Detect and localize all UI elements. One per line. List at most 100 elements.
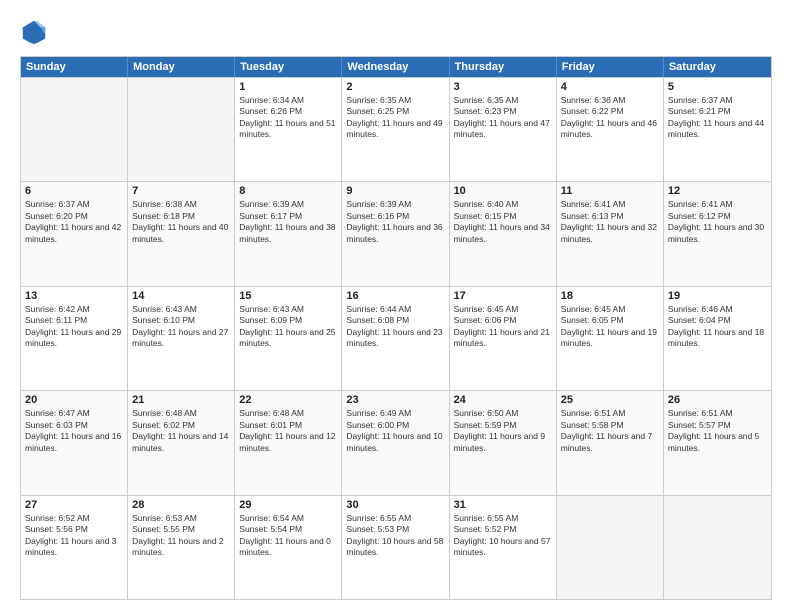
day-number: 6 xyxy=(25,185,123,197)
table-row: 1 Sunrise: 6:34 AM Sunset: 6:26 PM Daylig… xyxy=(235,78,342,181)
calendar-week-row: 13Sunrise: 6:42 AM Sunset: 6:11 PM Dayli… xyxy=(21,286,771,390)
table-row: 10Sunrise: 6:40 AM Sunset: 6:15 PM Dayli… xyxy=(450,182,557,285)
calendar-header-cell: Friday xyxy=(557,57,664,77)
day-number: 20 xyxy=(25,394,123,406)
day-number: 27 xyxy=(25,499,123,511)
day-number: 25 xyxy=(561,394,659,406)
table-row xyxy=(557,496,664,599)
day-number: 19 xyxy=(668,290,767,302)
day-number: 23 xyxy=(346,394,444,406)
table-row: 27Sunrise: 6:52 AM Sunset: 5:56 PM Dayli… xyxy=(21,496,128,599)
cell-info: Sunrise: 6:35 AM Sunset: 6:25 PM Dayligh… xyxy=(346,95,444,141)
cell-info: Sunrise: 6:43 AM Sunset: 6:10 PM Dayligh… xyxy=(132,304,230,350)
day-number: 21 xyxy=(132,394,230,406)
table-row: 31 Sunrise: 6:55 AM Sunset: 5:52 PM Dayli… xyxy=(450,496,557,599)
cell-info: Sunrise: 6:36 AM Sunset: 6:22 PM Dayligh… xyxy=(561,95,659,141)
day-number: 1 xyxy=(239,81,337,93)
table-row: 16 Sunrise: 6:44 AM Sunset: 6:08 PM Dayli… xyxy=(342,287,449,390)
calendar-week-row: 1 Sunrise: 6:34 AM Sunset: 6:26 PM Daylig… xyxy=(21,77,771,181)
table-row: 26 Sunrise: 6:51 AM Sunset: 5:57 PM Dayli… xyxy=(664,391,771,494)
logo-icon xyxy=(20,18,48,46)
table-row: 24Sunrise: 6:50 AM Sunset: 5:59 PM Dayli… xyxy=(450,391,557,494)
cell-info: Sunrise: 6:45 AM Sunset: 6:06 PM Dayligh… xyxy=(454,304,552,350)
table-row: 20 Sunrise: 6:47 AM Sunset: 6:03 PM Dayli… xyxy=(21,391,128,494)
table-row: 4Sunrise: 6:36 AM Sunset: 6:22 PM Daylig… xyxy=(557,78,664,181)
table-row: 19 Sunrise: 6:46 AM Sunset: 6:04 PM Dayli… xyxy=(664,287,771,390)
day-number: 8 xyxy=(239,185,337,197)
calendar-header-cell: Saturday xyxy=(664,57,771,77)
table-row: 8 Sunrise: 6:39 AM Sunset: 6:17 PM Daylig… xyxy=(235,182,342,285)
cell-info: Sunrise: 6:51 AM Sunset: 5:57 PM Dayligh… xyxy=(668,408,767,454)
calendar-week-row: 27Sunrise: 6:52 AM Sunset: 5:56 PM Dayli… xyxy=(21,495,771,599)
day-number: 11 xyxy=(561,185,659,197)
cell-info: Sunrise: 6:53 AM Sunset: 5:55 PM Dayligh… xyxy=(132,513,230,559)
cell-info: Sunrise: 6:37 AM Sunset: 6:21 PM Dayligh… xyxy=(668,95,767,141)
table-row: 25Sunrise: 6:51 AM Sunset: 5:58 PM Dayli… xyxy=(557,391,664,494)
calendar-header-cell: Wednesday xyxy=(342,57,449,77)
cell-info: Sunrise: 6:35 AM Sunset: 6:23 PM Dayligh… xyxy=(454,95,552,141)
table-row: 11 Sunrise: 6:41 AM Sunset: 6:13 PM Dayli… xyxy=(557,182,664,285)
day-number: 24 xyxy=(454,394,552,406)
day-number: 5 xyxy=(668,81,767,93)
table-row: 12 Sunrise: 6:41 AM Sunset: 6:12 PM Dayli… xyxy=(664,182,771,285)
day-number: 26 xyxy=(668,394,767,406)
day-number: 28 xyxy=(132,499,230,511)
day-number: 7 xyxy=(132,185,230,197)
day-number: 12 xyxy=(668,185,767,197)
table-row: 3 Sunrise: 6:35 AM Sunset: 6:23 PM Daylig… xyxy=(450,78,557,181)
day-number: 17 xyxy=(454,290,552,302)
table-row: 23 Sunrise: 6:49 AM Sunset: 6:00 PM Dayli… xyxy=(342,391,449,494)
calendar-body: 1 Sunrise: 6:34 AM Sunset: 6:26 PM Daylig… xyxy=(21,77,771,599)
table-row: 30Sunrise: 6:55 AM Sunset: 5:53 PM Dayli… xyxy=(342,496,449,599)
day-number: 16 xyxy=(346,290,444,302)
cell-info: Sunrise: 6:46 AM Sunset: 6:04 PM Dayligh… xyxy=(668,304,767,350)
cell-info: Sunrise: 6:43 AM Sunset: 6:09 PM Dayligh… xyxy=(239,304,337,350)
table-row: 18 Sunrise: 6:45 AM Sunset: 6:05 PM Dayli… xyxy=(557,287,664,390)
logo xyxy=(20,18,52,46)
cell-info: Sunrise: 6:48 AM Sunset: 6:01 PM Dayligh… xyxy=(239,408,337,454)
table-row: 29 Sunrise: 6:54 AM Sunset: 5:54 PM Dayli… xyxy=(235,496,342,599)
table-row: 5 Sunrise: 6:37 AM Sunset: 6:21 PM Daylig… xyxy=(664,78,771,181)
cell-info: Sunrise: 6:41 AM Sunset: 6:12 PM Dayligh… xyxy=(668,199,767,245)
cell-info: Sunrise: 6:45 AM Sunset: 6:05 PM Dayligh… xyxy=(561,304,659,350)
cell-info: Sunrise: 6:44 AM Sunset: 6:08 PM Dayligh… xyxy=(346,304,444,350)
cell-info: Sunrise: 6:34 AM Sunset: 6:26 PM Dayligh… xyxy=(239,95,337,141)
day-number: 14 xyxy=(132,290,230,302)
cell-info: Sunrise: 6:47 AM Sunset: 6:03 PM Dayligh… xyxy=(25,408,123,454)
table-row: 17 Sunrise: 6:45 AM Sunset: 6:06 PM Dayli… xyxy=(450,287,557,390)
cell-info: Sunrise: 6:54 AM Sunset: 5:54 PM Dayligh… xyxy=(239,513,337,559)
calendar: SundayMondayTuesdayWednesdayThursdayFrid… xyxy=(20,56,772,600)
table-row: 28 Sunrise: 6:53 AM Sunset: 5:55 PM Dayli… xyxy=(128,496,235,599)
cell-info: Sunrise: 6:40 AM Sunset: 6:15 PM Dayligh… xyxy=(454,199,552,245)
day-number: 15 xyxy=(239,290,337,302)
day-number: 3 xyxy=(454,81,552,93)
table-row xyxy=(21,78,128,181)
calendar-header-cell: Sunday xyxy=(21,57,128,77)
calendar-header-cell: Monday xyxy=(128,57,235,77)
day-number: 2 xyxy=(346,81,444,93)
table-row: 6 Sunrise: 6:37 AM Sunset: 6:20 PM Daylig… xyxy=(21,182,128,285)
calendar-header-row: SundayMondayTuesdayWednesdayThursdayFrid… xyxy=(21,57,771,77)
calendar-week-row: 6 Sunrise: 6:37 AM Sunset: 6:20 PM Daylig… xyxy=(21,181,771,285)
table-row: 21Sunrise: 6:48 AM Sunset: 6:02 PM Dayli… xyxy=(128,391,235,494)
cell-info: Sunrise: 6:38 AM Sunset: 6:18 PM Dayligh… xyxy=(132,199,230,245)
table-row: 22 Sunrise: 6:48 AM Sunset: 6:01 PM Dayli… xyxy=(235,391,342,494)
calendar-page: SundayMondayTuesdayWednesdayThursdayFrid… xyxy=(0,0,792,612)
day-number: 29 xyxy=(239,499,337,511)
table-row: 7 Sunrise: 6:38 AM Sunset: 6:18 PM Daylig… xyxy=(128,182,235,285)
day-number: 9 xyxy=(346,185,444,197)
cell-info: Sunrise: 6:37 AM Sunset: 6:20 PM Dayligh… xyxy=(25,199,123,245)
day-number: 31 xyxy=(454,499,552,511)
day-number: 18 xyxy=(561,290,659,302)
cell-info: Sunrise: 6:42 AM Sunset: 6:11 PM Dayligh… xyxy=(25,304,123,350)
table-row: 2 Sunrise: 6:35 AM Sunset: 6:25 PM Daylig… xyxy=(342,78,449,181)
cell-info: Sunrise: 6:41 AM Sunset: 6:13 PM Dayligh… xyxy=(561,199,659,245)
cell-info: Sunrise: 6:39 AM Sunset: 6:16 PM Dayligh… xyxy=(346,199,444,245)
table-row: 13Sunrise: 6:42 AM Sunset: 6:11 PM Dayli… xyxy=(21,287,128,390)
cell-info: Sunrise: 6:49 AM Sunset: 6:00 PM Dayligh… xyxy=(346,408,444,454)
table-row: 9 Sunrise: 6:39 AM Sunset: 6:16 PM Daylig… xyxy=(342,182,449,285)
cell-info: Sunrise: 6:39 AM Sunset: 6:17 PM Dayligh… xyxy=(239,199,337,245)
cell-info: Sunrise: 6:55 AM Sunset: 5:52 PM Dayligh… xyxy=(454,513,552,559)
day-number: 22 xyxy=(239,394,337,406)
calendar-header-cell: Thursday xyxy=(450,57,557,77)
